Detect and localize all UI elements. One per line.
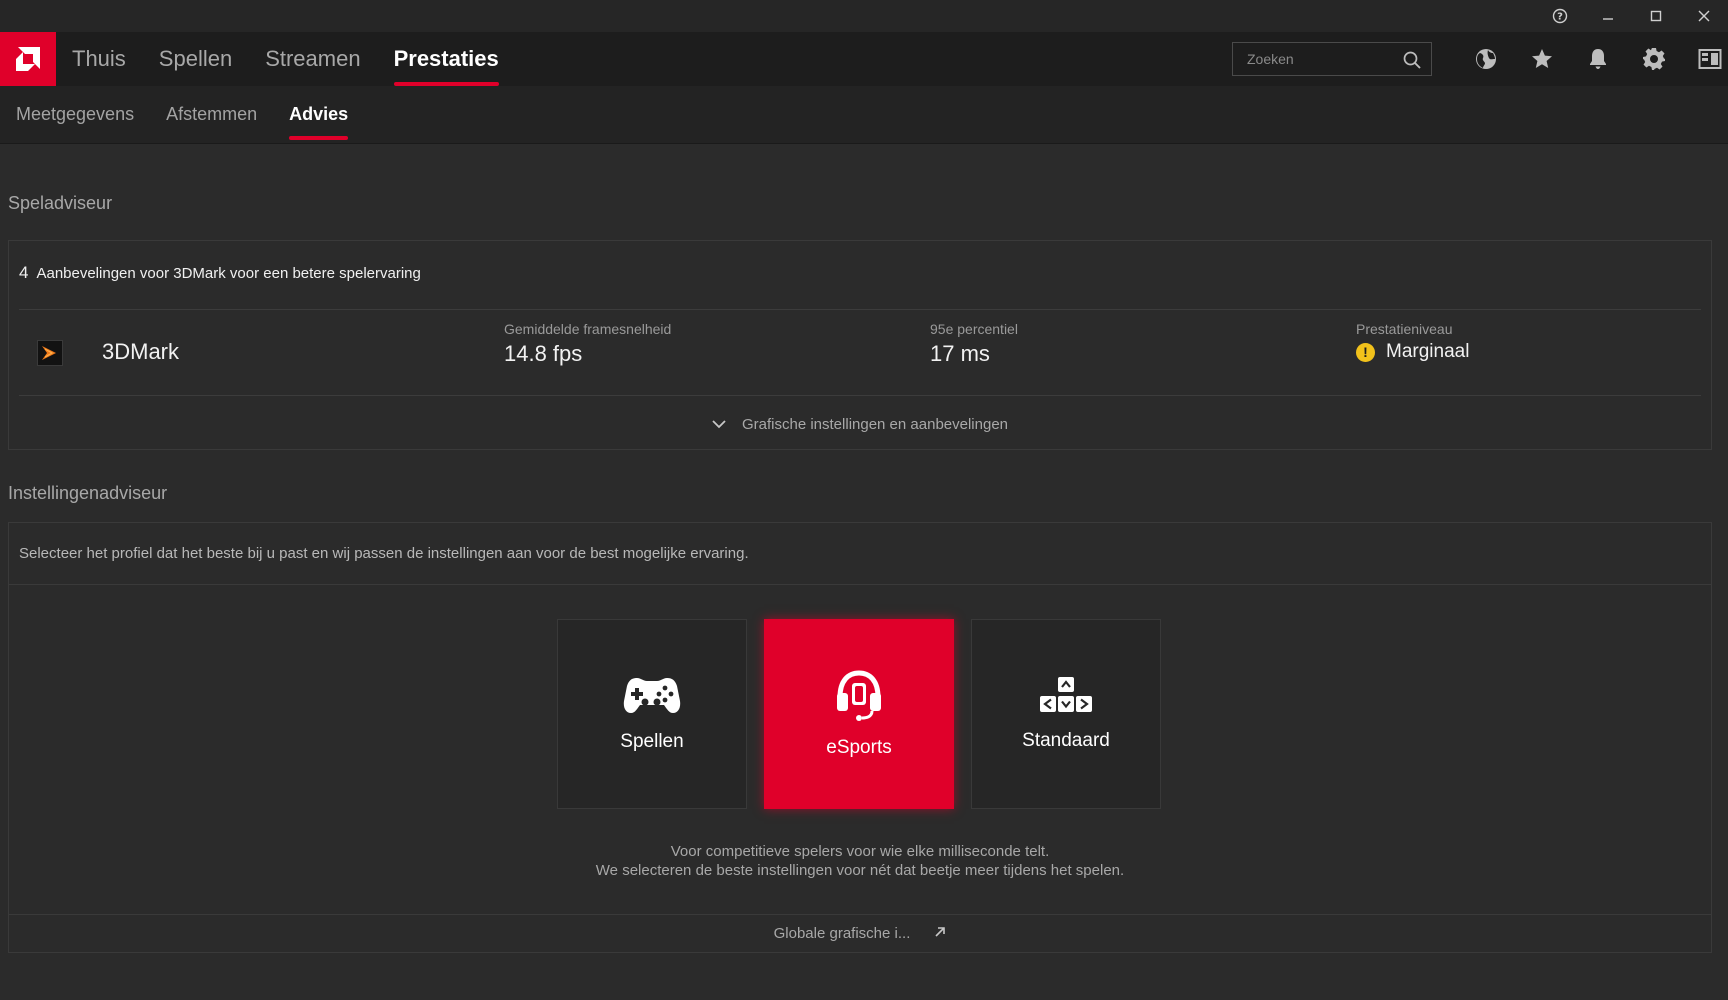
profile-cards: Spellen eSports Standaard <box>557 619 1178 809</box>
search-box <box>1232 42 1432 76</box>
tab-spellen[interactable]: Spellen <box>159 32 232 86</box>
performance-level-metric: Prestatieniveau ! Marginaal <box>1356 321 1469 363</box>
avg-fps-label: Gemiddelde framesnelheid <box>504 321 672 337</box>
profile-description: Voor competitieve spelers voor wie elke … <box>9 842 1711 880</box>
game-advisor-title: Speladviseur <box>8 193 113 213</box>
bell-icon[interactable] <box>1570 32 1626 86</box>
profile-card-spellen[interactable]: Spellen <box>557 619 747 809</box>
performance-level-value: Marginaal <box>1386 341 1470 362</box>
p95-label: 95e percentiel <box>930 321 1018 337</box>
settings-advisor-title: Instellingenadviseur <box>8 483 168 503</box>
window-controls: ? <box>1536 0 1728 32</box>
profile-label-esports: eSports <box>826 737 892 758</box>
svg-text:?: ? <box>1557 12 1563 23</box>
profile-card-standaard[interactable]: Standaard <box>971 619 1161 809</box>
warning-icon: ! <box>1356 342 1375 362</box>
globe-icon[interactable] <box>1458 32 1514 86</box>
subtab-meetgegevens[interactable]: Meetgegevens <box>16 86 134 142</box>
recommendation-text: Aanbevelingen voor 3DMark voor een beter… <box>36 265 421 282</box>
gear-icon[interactable] <box>1626 32 1682 86</box>
graphics-settings-expander[interactable]: Grafische instellingen en aanbevelingen <box>9 399 1711 449</box>
sub-tabs: Meetgegevens Afstemmen Advies <box>16 86 380 142</box>
toolbar-icons <box>1458 32 1728 86</box>
minimize-icon[interactable] <box>1584 0 1632 32</box>
game-advisor-panel: 4 Aanbevelingen voor 3DMark voor een bete… <box>8 240 1712 450</box>
title-bar: ? <box>0 0 1728 32</box>
profile-card-esports[interactable]: eSports <box>764 619 954 809</box>
gamepad-icon <box>623 675 681 719</box>
subtab-advies[interactable]: Advies <box>289 86 349 142</box>
profile-description-line-1: Voor competitieve spelers voor wie elke … <box>670 843 1050 860</box>
performance-level-value-row: ! Marginaal <box>1356 341 1469 363</box>
chevron-down-icon <box>712 416 726 433</box>
main-tabs: Thuis Spellen Streamen Prestaties <box>72 32 532 86</box>
tab-streamen[interactable]: Streamen <box>265 32 360 86</box>
settings-advisor-description: Selecteer het profiel dat het beste bij … <box>8 522 1712 585</box>
avg-fps-value: 14.8 fps <box>504 341 583 366</box>
3dmark-game-icon <box>37 340 63 366</box>
maximize-icon[interactable] <box>1632 0 1680 32</box>
subtab-afstemmen[interactable]: Afstemmen <box>166 86 257 142</box>
close-icon[interactable] <box>1680 0 1728 32</box>
divider <box>19 395 1701 396</box>
star-icon[interactable] <box>1514 32 1570 86</box>
profile-selection-area: Spellen eSports Standaard Voor competiti… <box>8 585 1712 914</box>
expander-label: Grafische instellingen en aanbevelingen <box>741 415 1008 433</box>
top-navigation: Thuis Spellen Streamen Prestaties <box>0 32 1728 86</box>
sub-navigation: Meetgegevens Afstemmen Advies <box>0 86 1728 144</box>
profile-label-spellen: Spellen <box>620 731 684 752</box>
help-icon[interactable]: ? <box>1536 0 1584 32</box>
recommendation-header: 4 Aanbevelingen voor 3DMark voor een bete… <box>19 263 421 283</box>
profile-description-line-2: We selecteren de beste instellingen voor… <box>595 862 1125 879</box>
global-graphics-link[interactable]: Globale grafische i... <box>8 914 1712 953</box>
profile-label-standaard: Standaard <box>1022 730 1110 751</box>
tab-thuis[interactable]: Thuis <box>72 32 126 86</box>
external-link-arrow-icon <box>934 925 946 942</box>
game-name: 3DMark <box>102 339 180 364</box>
search-input[interactable] <box>1233 43 1398 75</box>
sidebar-panel-icon[interactable] <box>1682 32 1728 86</box>
tab-prestaties[interactable]: Prestaties <box>393 32 499 86</box>
search-icon[interactable] <box>1402 50 1422 70</box>
game-row[interactable]: 3DMark Gemiddelde framesnelheid 14.8 fps… <box>9 310 1711 395</box>
amd-logo[interactable] <box>0 32 56 86</box>
global-graphics-label: Globale grafische i... <box>773 925 911 942</box>
headset-icon <box>834 669 884 725</box>
performance-level-label: Prestatieniveau <box>1356 321 1453 337</box>
avg-fps-metric: Gemiddelde framesnelheid 14.8 fps <box>504 321 671 367</box>
recommendation-count: 4 <box>19 263 29 282</box>
p95-value: 17 ms <box>930 341 990 366</box>
p95-metric: 95e percentiel 17 ms <box>930 321 1018 367</box>
arrow-keys-icon <box>1039 676 1093 718</box>
